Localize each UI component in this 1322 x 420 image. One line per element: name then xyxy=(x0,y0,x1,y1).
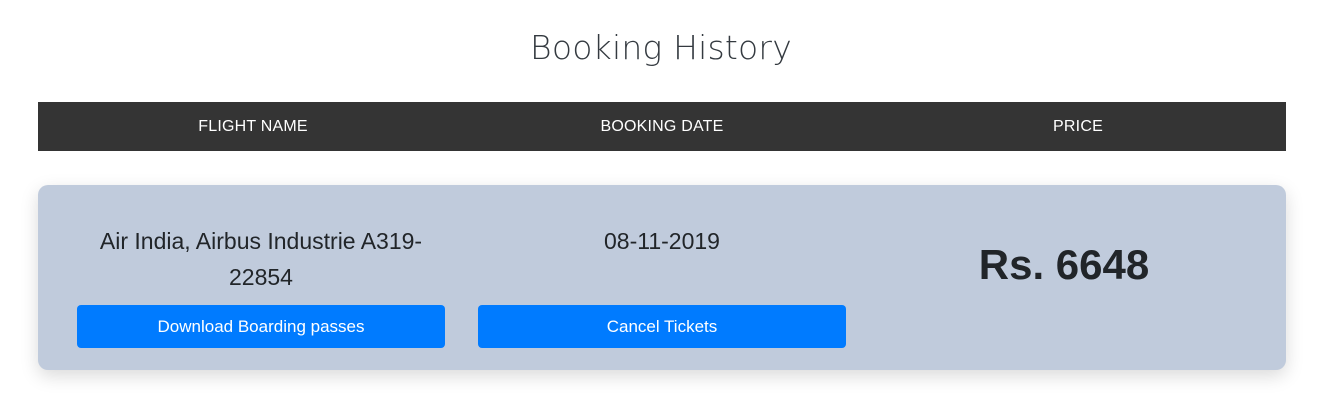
table-header: FLIGHT NAME BOOKING DATE PRICE xyxy=(38,102,1286,151)
header-booking-date: BOOKING DATE xyxy=(600,118,724,135)
price: Rs. 6648 xyxy=(978,241,1150,288)
page-title: Booking History xyxy=(530,28,792,67)
booking-date: 08-11-2019 xyxy=(604,228,720,254)
header-price: PRICE xyxy=(1053,118,1103,135)
flight-name-line-2: 22854 xyxy=(229,264,293,290)
cancel-tickets-button[interactable]: Cancel Tickets xyxy=(478,305,846,348)
booking-card: Air India, Airbus Industrie A319- 22854 … xyxy=(38,185,1286,370)
flight-name-line-1: Air India, Airbus Industrie A319- xyxy=(99,228,423,254)
flight-name: Air India, Airbus Industrie A319- 22854 xyxy=(78,223,444,295)
download-boarding-passes-button[interactable]: Download Boarding passes xyxy=(77,305,445,348)
header-flight-name: FLIGHT NAME xyxy=(198,118,308,135)
